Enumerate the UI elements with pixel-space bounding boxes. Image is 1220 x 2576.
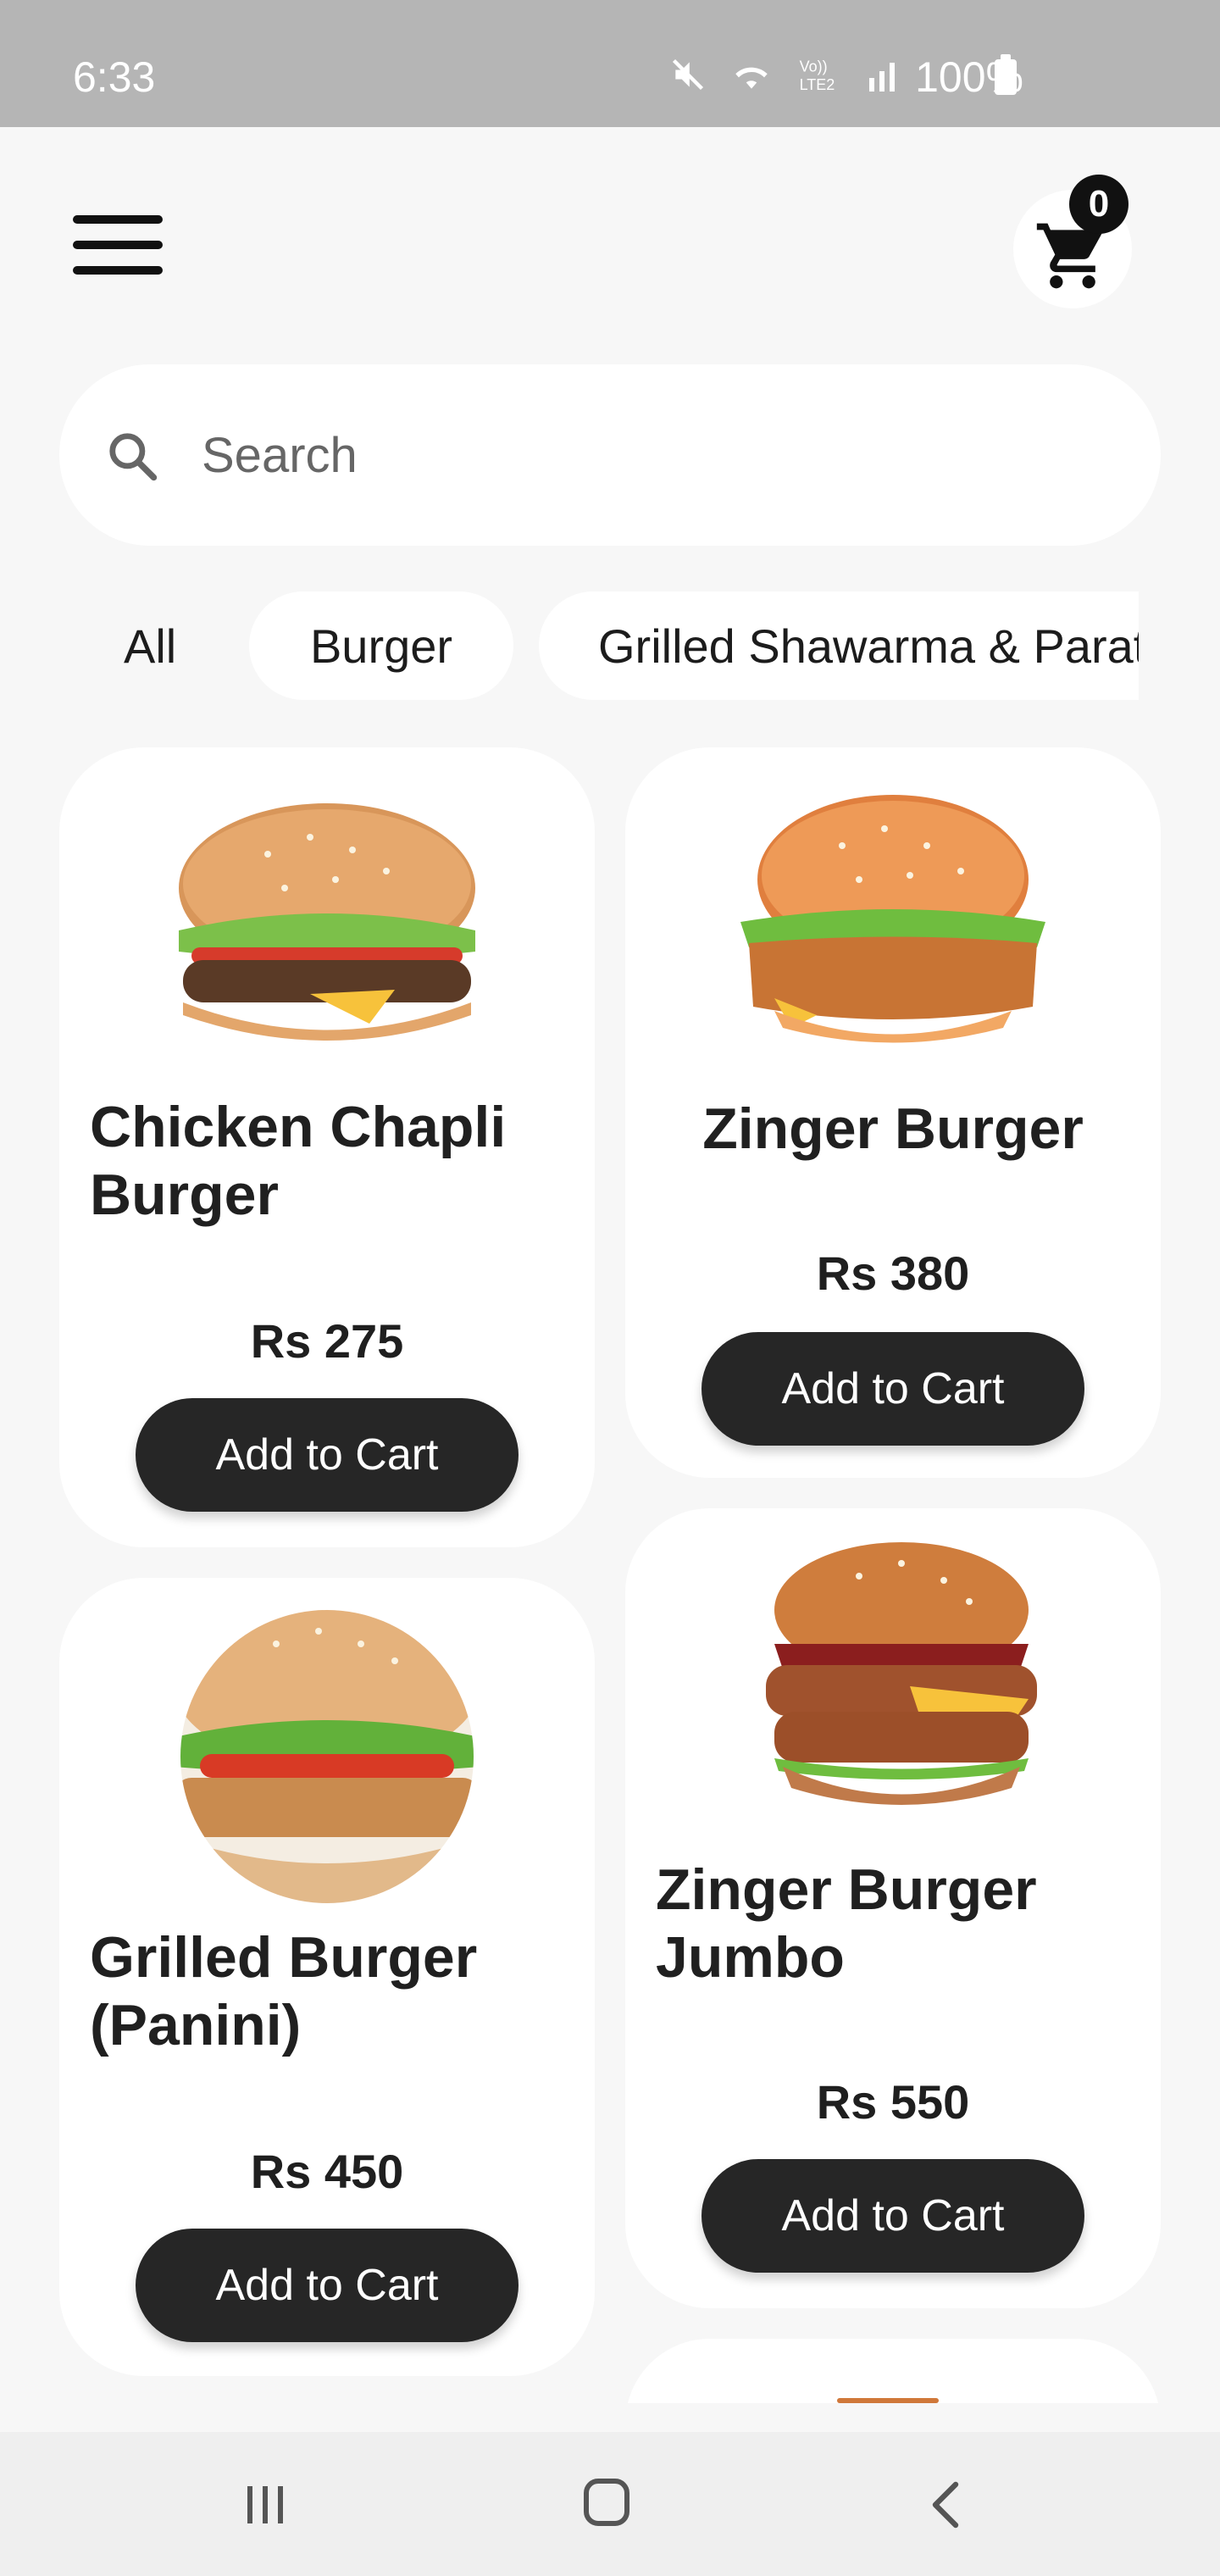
burger-image bbox=[180, 1610, 474, 1903]
product-name: Zinger Burger bbox=[702, 1096, 1084, 1161]
product-price: Rs 550 bbox=[816, 2075, 970, 2129]
system-nav-bar bbox=[0, 2432, 1220, 2576]
search-icon bbox=[109, 433, 158, 481]
product-card[interactable]: Zinger Burger Jumbo Rs 550 Add to Cart bbox=[625, 1508, 1161, 2308]
add-to-cart-button[interactable]: Add to Cart bbox=[136, 1398, 518, 1512]
mute-icon bbox=[672, 58, 704, 91]
product-grid: Chicken Chapli Burger Rs 275 Add to Cart… bbox=[0, 737, 1220, 2403]
svg-text:LTE2: LTE2 bbox=[800, 76, 835, 93]
product-card[interactable] bbox=[625, 2339, 1161, 2403]
product-price: Rs 275 bbox=[250, 1314, 404, 1368]
product-card[interactable]: Chicken Chapli Burger Rs 275 Add to Cart bbox=[59, 747, 595, 1547]
wifi-icon bbox=[735, 67, 768, 89]
product-card[interactable]: Zinger Burger Rs 380 Add to Cart bbox=[625, 747, 1161, 1478]
add-to-cart-button[interactable]: Add to Cart bbox=[702, 2159, 1084, 2273]
home-icon bbox=[584, 2479, 629, 2526]
back-icon bbox=[932, 2481, 959, 2529]
add-to-cart-button[interactable]: Add to Cart bbox=[702, 1332, 1084, 1446]
back-button[interactable] bbox=[847, 2432, 1051, 2576]
burger-image bbox=[837, 2398, 939, 2403]
hamburger-menu-icon[interactable] bbox=[73, 215, 164, 278]
burger-image bbox=[179, 803, 475, 1041]
burger-image bbox=[766, 1542, 1037, 1805]
burger-image bbox=[740, 795, 1045, 1043]
chip-grilled-shawarma[interactable]: Grilled Shawarma & Paratha Roll bbox=[539, 591, 1139, 700]
svg-text:Vo)): Vo)) bbox=[800, 58, 828, 75]
recent-apps-button[interactable] bbox=[163, 2432, 366, 2576]
chip-all[interactable]: All bbox=[59, 591, 176, 700]
product-card[interactable]: Grilled Burger (Panini) Rs 450 Add to Ca… bbox=[59, 1578, 595, 2376]
category-chips: All Burger Grilled Shawarma & Paratha Ro… bbox=[59, 591, 1139, 702]
volte-icon: Vo))LTE2 bbox=[800, 58, 835, 93]
status-bar: 6:33 Vo)) LTE2 100% bbox=[0, 0, 1220, 127]
product-price: Rs 380 bbox=[816, 1246, 970, 1300]
chip-burger[interactable]: Burger bbox=[249, 591, 513, 700]
cart-count-badge: 0 bbox=[1069, 175, 1128, 234]
recent-apps-icon bbox=[247, 2486, 283, 2523]
add-to-cart-button[interactable]: Add to Cart bbox=[136, 2229, 518, 2342]
battery-icon bbox=[995, 54, 1017, 95]
product-name: Zinger Burger Jumbo bbox=[656, 1857, 1037, 1990]
search-bar[interactable] bbox=[59, 364, 1161, 546]
product-price: Rs 450 bbox=[250, 2145, 404, 2198]
home-button[interactable] bbox=[505, 2432, 708, 2576]
status-time: 6:33 bbox=[73, 53, 156, 101]
signal-icon bbox=[869, 63, 895, 92]
product-name: Chicken Chapli Burger bbox=[90, 1095, 507, 1227]
search-input[interactable] bbox=[202, 408, 1117, 502]
product-name: Grilled Burger (Panini) bbox=[90, 1925, 478, 2057]
